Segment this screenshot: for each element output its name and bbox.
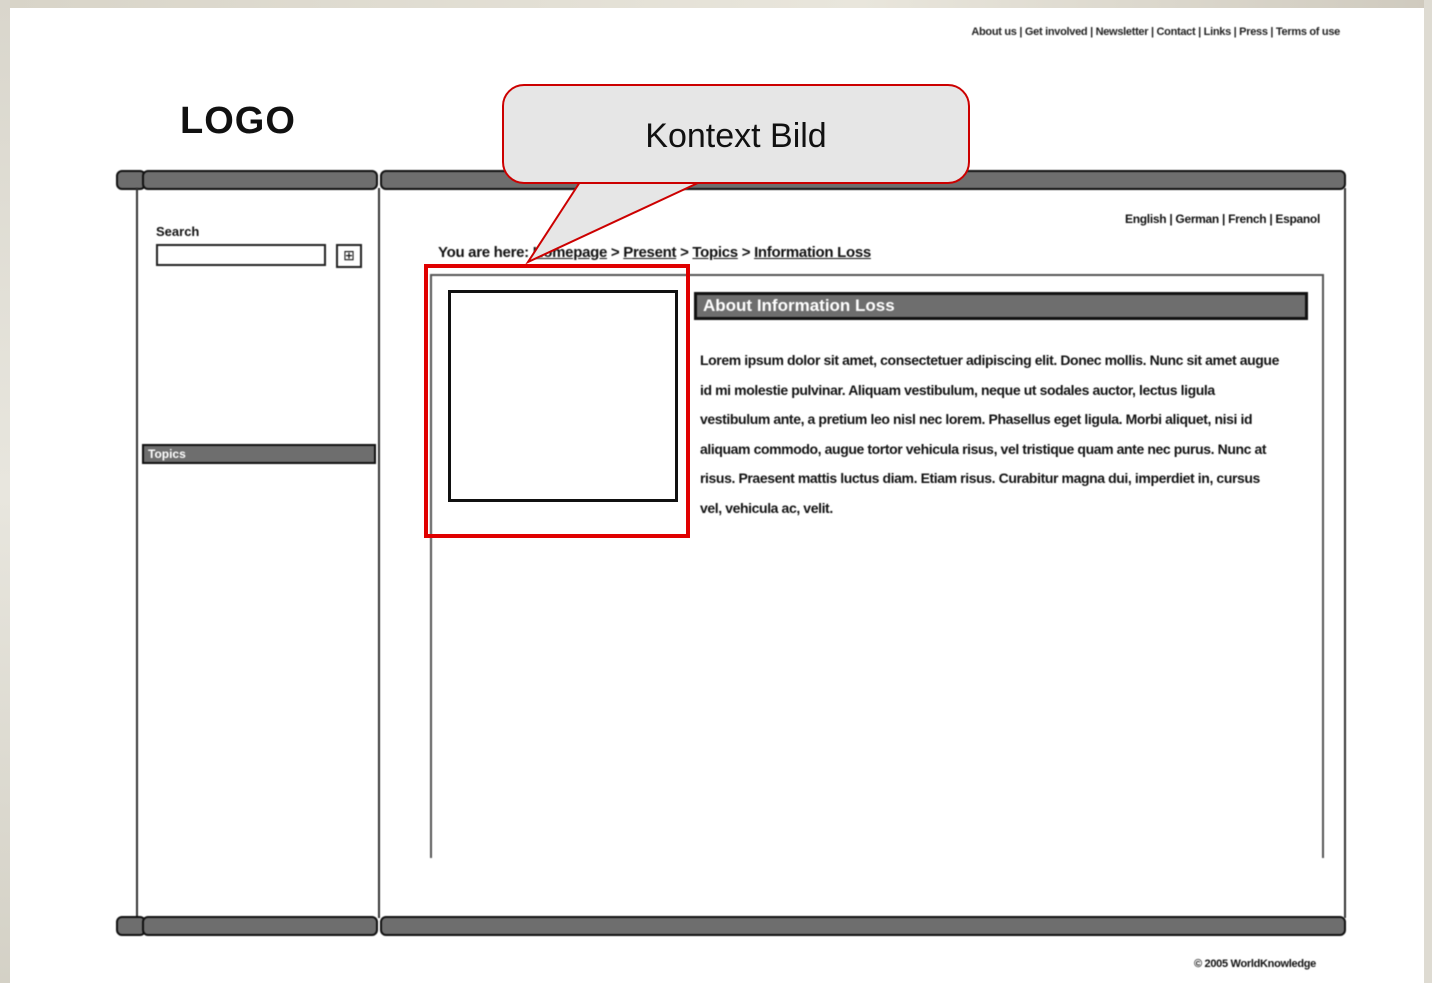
breadcrumb: You are here: Homepage > Present > Topic… xyxy=(438,244,871,261)
bottom-bar-right xyxy=(380,916,1346,936)
frame-edge-top xyxy=(0,0,1432,8)
body-text: Lorem ipsum dolor sit amet, consectetuer… xyxy=(700,352,1279,516)
breadcrumb-homepage[interactable]: Homepage xyxy=(533,244,608,261)
logo: LOGO xyxy=(180,100,296,142)
language-links[interactable]: English | German | French | Espanol xyxy=(1125,212,1320,226)
callout-text: Kontext Bild xyxy=(645,117,827,155)
breadcrumb-prefix: You are here: xyxy=(438,244,529,261)
breadcrumb-present[interactable]: Present xyxy=(623,244,676,261)
breadcrumb-separator: > xyxy=(680,244,689,261)
search-button[interactable]: ⊞ xyxy=(336,244,362,268)
section-title: About Information Loss xyxy=(694,292,1308,320)
callout-bubble: Kontext Bild xyxy=(502,84,970,184)
column-divider xyxy=(378,188,380,918)
top-nav-links[interactable]: About us | Get involved | Newsletter | C… xyxy=(971,26,1340,38)
top-bar-left xyxy=(142,170,378,190)
highlight-frame xyxy=(424,264,690,538)
breadcrumb-information-loss[interactable]: Information Loss xyxy=(754,244,871,261)
breadcrumb-separator: > xyxy=(741,244,751,261)
search-input[interactable] xyxy=(156,244,326,266)
frame-edge-right xyxy=(1424,0,1432,983)
main-right-border xyxy=(1344,188,1346,918)
topics-header[interactable]: Topics xyxy=(142,444,376,464)
sidebar-left-border xyxy=(136,188,138,918)
copyright: © 2005 WorldKnowledge xyxy=(1193,958,1316,970)
breadcrumb-separator: > xyxy=(610,244,620,261)
frame-edge-left xyxy=(0,0,10,983)
bottom-bar-left xyxy=(142,916,378,936)
breadcrumb-topics[interactable]: Topics xyxy=(692,244,738,261)
search-label: Search xyxy=(156,224,200,239)
